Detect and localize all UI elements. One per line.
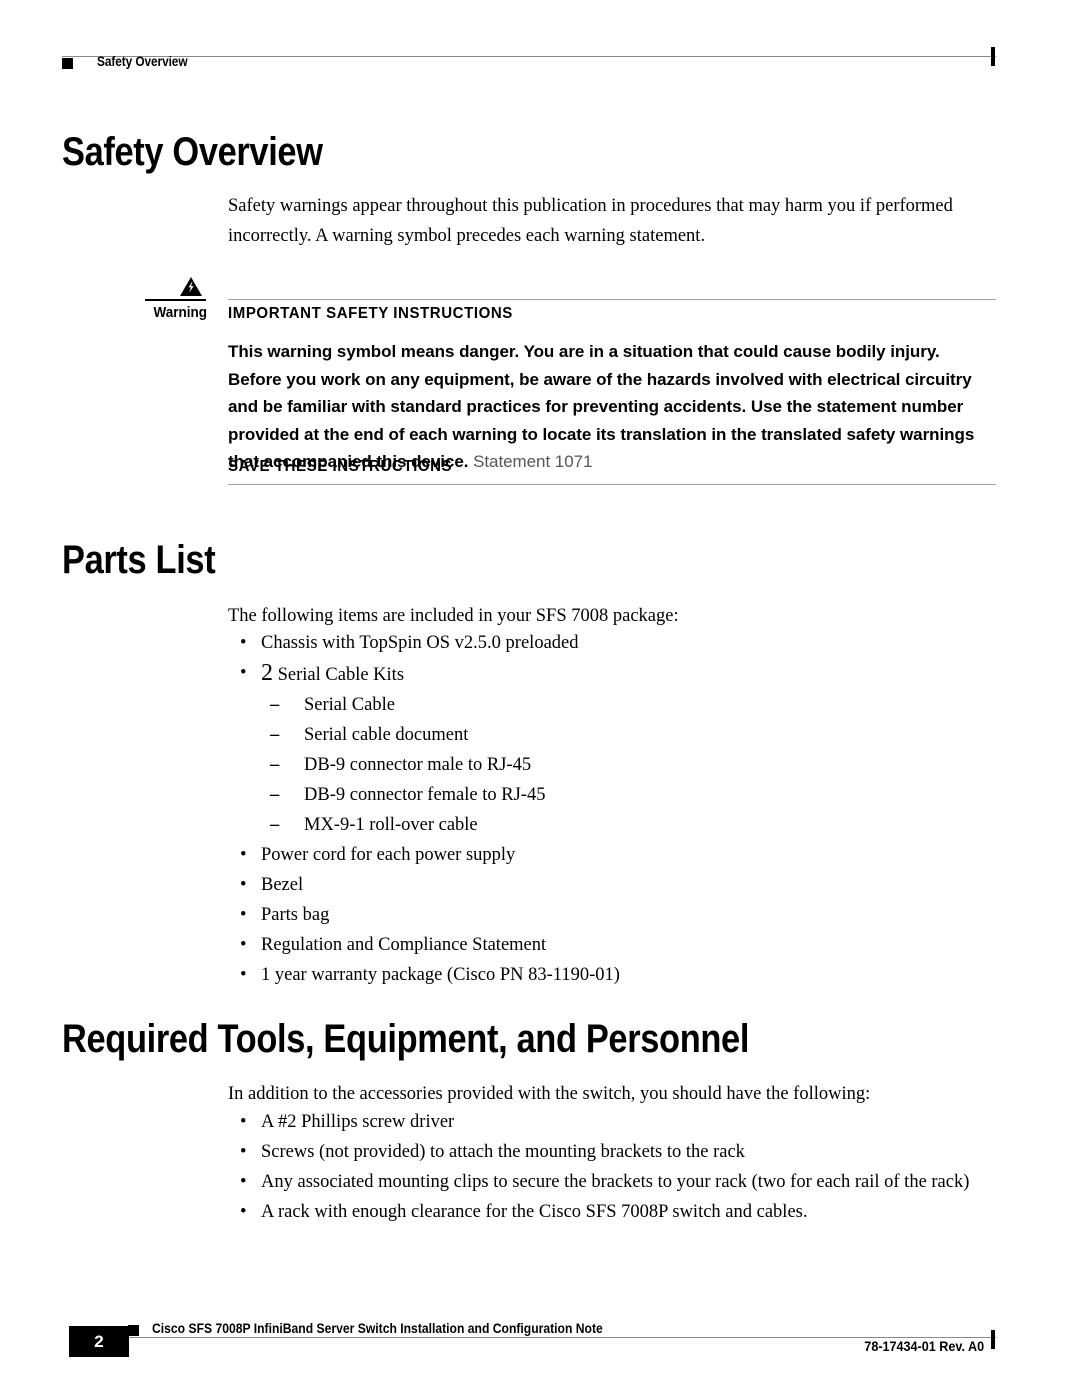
bullet-marker-icon: •: [240, 875, 247, 895]
required-tools-list: • A #2 Phillips screw driver • Screws (not …: [228, 1107, 1018, 1227]
warning-title: IMPORTANT SAFETY INSTRUCTIONS: [228, 305, 513, 322]
warning-rule-top: [228, 299, 996, 300]
list-item-quantity: 2: [261, 660, 273, 686]
change-bar-tick-icon: [991, 47, 995, 66]
dash-marker-icon: –: [270, 815, 280, 835]
list-item-label: Chassis with TopSpin OS v2.5.0 preloaded: [261, 633, 579, 653]
list-item-label: Bezel: [261, 875, 304, 895]
warning-label-rule: [145, 299, 206, 301]
bullet-marker-icon: •: [240, 965, 247, 985]
bullet-marker-icon: •: [240, 1172, 247, 1192]
list-item: • Any associated mounting clips to secure…: [228, 1167, 1018, 1197]
footer-rule: [85, 1337, 996, 1338]
paragraph-safety-intro: Safety warnings appear throughout this p…: [228, 196, 953, 246]
dash-marker-icon: –: [270, 785, 280, 805]
bullet-marker-icon: •: [240, 1142, 247, 1162]
list-item: – DB-9 connector female to RJ-45: [228, 780, 1018, 810]
list-item: • Chassis with TopSpin OS v2.5.0 preloade…: [228, 628, 1018, 658]
heading-parts-list: Parts List: [62, 538, 216, 582]
document-page: Safety Overview Safety Overview Safety w…: [0, 0, 1080, 1397]
footer-document-number: 78-17434-01 Rev. A0: [864, 1338, 984, 1354]
list-item: • Bezel: [228, 870, 1018, 900]
list-item: • Parts bag: [228, 900, 1018, 930]
warning-label: Warning: [153, 304, 207, 321]
dash-marker-icon: –: [270, 755, 280, 775]
parts-list: • Chassis with TopSpin OS v2.5.0 preloade…: [228, 628, 1018, 990]
list-item: – DB-9 connector male to RJ-45: [228, 750, 1018, 780]
list-item: • Power cord for each power supply: [228, 840, 1018, 870]
dash-marker-icon: –: [270, 695, 280, 715]
list-item-label: Power cord for each power supply: [261, 845, 516, 865]
bullet-marker-icon: •: [240, 935, 247, 955]
list-item: – Serial cable document: [228, 720, 1018, 750]
list-item: • A #2 Phillips screw driver: [228, 1107, 1018, 1137]
list-item: • 2 Serial Cable Kits: [228, 658, 1018, 690]
warning-save-instructions: SAVE THESE INSTRUCTIONS: [228, 458, 453, 475]
list-item-label: A rack with enough clearance for the Cis…: [261, 1202, 808, 1222]
paragraph-required-intro: In addition to the accessories provided …: [228, 1084, 871, 1104]
bullet-marker-icon: •: [240, 663, 247, 683]
square-bullet-icon: [62, 58, 73, 69]
list-item-label: 1 year warranty package (Cisco PN 83-119…: [261, 965, 620, 985]
warning-body-bold: This warning symbol means danger. You ar…: [228, 342, 975, 471]
list-item-label: Any associated mounting clips to secure …: [261, 1172, 970, 1192]
list-item-label: Serial Cable Kits: [273, 665, 405, 685]
dash-marker-icon: –: [270, 725, 280, 745]
list-item: • 1 year warranty package (Cisco PN 83-11…: [228, 960, 1018, 990]
bullet-marker-icon: •: [240, 905, 247, 925]
list-item-label: Serial Cable: [304, 695, 395, 715]
bullet-marker-icon: •: [240, 633, 247, 653]
running-header-title: Safety Overview: [97, 54, 188, 69]
warning-body: This warning symbol means danger. You ar…: [228, 338, 994, 476]
list-item: – MX-9-1 roll-over cable: [228, 810, 1018, 840]
list-item: • Regulation and Compliance Statement: [228, 930, 1018, 960]
list-item-label: MX-9-1 roll-over cable: [304, 815, 478, 835]
list-item: • Screws (not provided) to attach the mou…: [228, 1137, 1018, 1167]
list-item-label: Parts bag: [261, 905, 330, 925]
list-item-label: Screws (not provided) to attach the moun…: [261, 1142, 745, 1162]
warning-statement-number: Statement 1071: [468, 452, 593, 471]
page-number: 2: [94, 1332, 104, 1351]
paragraph-parts-intro: The following items are included in your…: [228, 606, 679, 626]
heading-required-tools: Required Tools, Equipment, and Personnel: [62, 1017, 750, 1061]
list-item: • A rack with enough clearance for the Ci…: [228, 1197, 1018, 1227]
list-item-label: Serial cable document: [304, 725, 469, 745]
bullet-marker-icon: •: [240, 1202, 247, 1222]
square-bullet-icon: [128, 1325, 139, 1336]
list-item-label: Regulation and Compliance Statement: [261, 935, 547, 955]
change-bar-tick-icon: [991, 1330, 995, 1349]
list-item-label: A #2 Phillips screw driver: [261, 1112, 455, 1132]
list-item-label: DB-9 connector male to RJ-45: [304, 755, 532, 775]
header-rule: [62, 56, 996, 57]
list-item-label: DB-9 connector female to RJ-45: [304, 785, 546, 805]
bullet-marker-icon: •: [240, 1112, 247, 1132]
bullet-marker-icon: •: [240, 845, 247, 865]
heading-safety-overview: Safety Overview: [62, 130, 323, 174]
warning-rule-bottom: [228, 484, 996, 485]
page-footer: Cisco SFS 7008P InfiniBand Server Switch…: [0, 1307, 1080, 1377]
running-header: Safety Overview: [0, 44, 1080, 74]
footer-document-title: Cisco SFS 7008P InfiniBand Server Switch…: [152, 1321, 603, 1336]
list-item: – Serial Cable: [228, 690, 1018, 720]
warning-triangle-lightning-icon: [180, 277, 202, 296]
